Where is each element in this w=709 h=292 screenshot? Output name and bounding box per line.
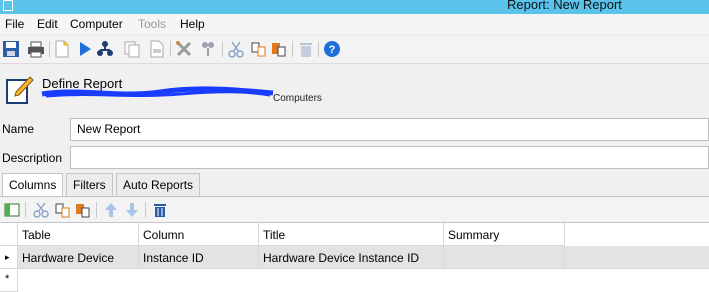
current-row-indicator[interactable]: ▸ <box>0 246 18 269</box>
copy-icon[interactable] <box>55 202 71 218</box>
description-label: Description <box>2 151 63 165</box>
delete-icon[interactable] <box>152 202 168 218</box>
menu-edit[interactable]: Edit <box>37 17 58 31</box>
save-icon[interactable] <box>2 40 20 58</box>
window-icon <box>3 0 13 11</box>
columns-grid: Table Column Title Summary ▸ Hardware De… <box>0 222 709 292</box>
print-icon[interactable] <box>27 40 45 58</box>
tab-divider <box>0 196 709 197</box>
run-icon[interactable] <box>76 40 94 58</box>
grid-header-title[interactable]: Title <box>259 223 444 246</box>
menu-bar: File Edit Computer Tools Help <box>0 14 709 34</box>
name-label: Name <box>2 122 35 136</box>
cut-icon[interactable] <box>227 40 245 58</box>
report-header: Define Report Computers <box>0 66 709 111</box>
tab-auto-reports[interactable]: Auto Reports <box>116 173 201 196</box>
add-column-icon[interactable] <box>4 202 20 218</box>
header-subtitle: Computers <box>273 93 322 104</box>
grid-header-table[interactable]: Table <box>18 223 139 246</box>
help-icon[interactable]: ? <box>323 40 341 58</box>
toolbar-separator <box>170 41 171 57</box>
tab-columns[interactable]: Columns <box>2 173 64 197</box>
copy-page-icon[interactable] <box>123 40 141 58</box>
new-row-indicator[interactable]: * <box>0 269 18 292</box>
grid-toolbar <box>0 198 709 222</box>
menu-file[interactable]: File <box>5 17 24 31</box>
copy-icon[interactable] <box>250 40 268 58</box>
menu-help[interactable]: Help <box>180 17 205 31</box>
tab-filters[interactable]: Filters <box>66 173 113 196</box>
table-row-cell-title[interactable]: Hardware Device Instance ID <box>259 246 444 269</box>
table-row-cell-summary[interactable] <box>444 246 565 269</box>
export-icon[interactable] <box>148 40 166 58</box>
main-toolbar: ? <box>0 36 709 64</box>
move-down-icon[interactable] <box>124 202 140 218</box>
toolbar-separator <box>96 202 97 218</box>
edit-document-icon <box>6 74 34 104</box>
name-field[interactable]: New Report <box>70 118 709 141</box>
menu-tools[interactable]: Tools <box>138 17 166 31</box>
delete-icon[interactable] <box>297 40 315 58</box>
svg-text:?: ? <box>329 44 336 56</box>
paste-icon[interactable] <box>75 202 91 218</box>
table-row-filler <box>565 246 709 269</box>
toolbar-separator <box>49 41 50 57</box>
filter-icon[interactable] <box>199 40 217 58</box>
table-row-cell-table[interactable]: Hardware Device <box>18 246 139 269</box>
redaction-scribble <box>41 86 274 98</box>
menu-computer[interactable]: Computer <box>70 17 123 31</box>
toolbar-separator <box>292 41 293 57</box>
new-document-icon[interactable] <box>53 40 71 58</box>
grid-corner <box>0 223 18 246</box>
tab-strip: Columns Filters Auto Reports <box>0 173 709 197</box>
description-field[interactable] <box>70 146 709 169</box>
hierarchy-icon[interactable] <box>96 40 114 58</box>
grid-header-column[interactable]: Column <box>139 223 259 246</box>
move-up-icon[interactable] <box>103 202 119 218</box>
toolbar-separator <box>222 41 223 57</box>
cut-icon[interactable] <box>33 202 49 218</box>
table-row-cell-column[interactable]: Instance ID <box>139 246 259 269</box>
tools-icon[interactable] <box>175 40 193 58</box>
toolbar-separator <box>145 202 146 218</box>
title-bar: Report: New Report <box>0 0 709 14</box>
grid-header-summary[interactable]: Summary <box>444 223 565 246</box>
window-title: Report: New Report <box>507 0 622 12</box>
paste-icon[interactable] <box>270 40 288 58</box>
toolbar-separator <box>318 41 319 57</box>
toolbar-separator <box>25 202 26 218</box>
